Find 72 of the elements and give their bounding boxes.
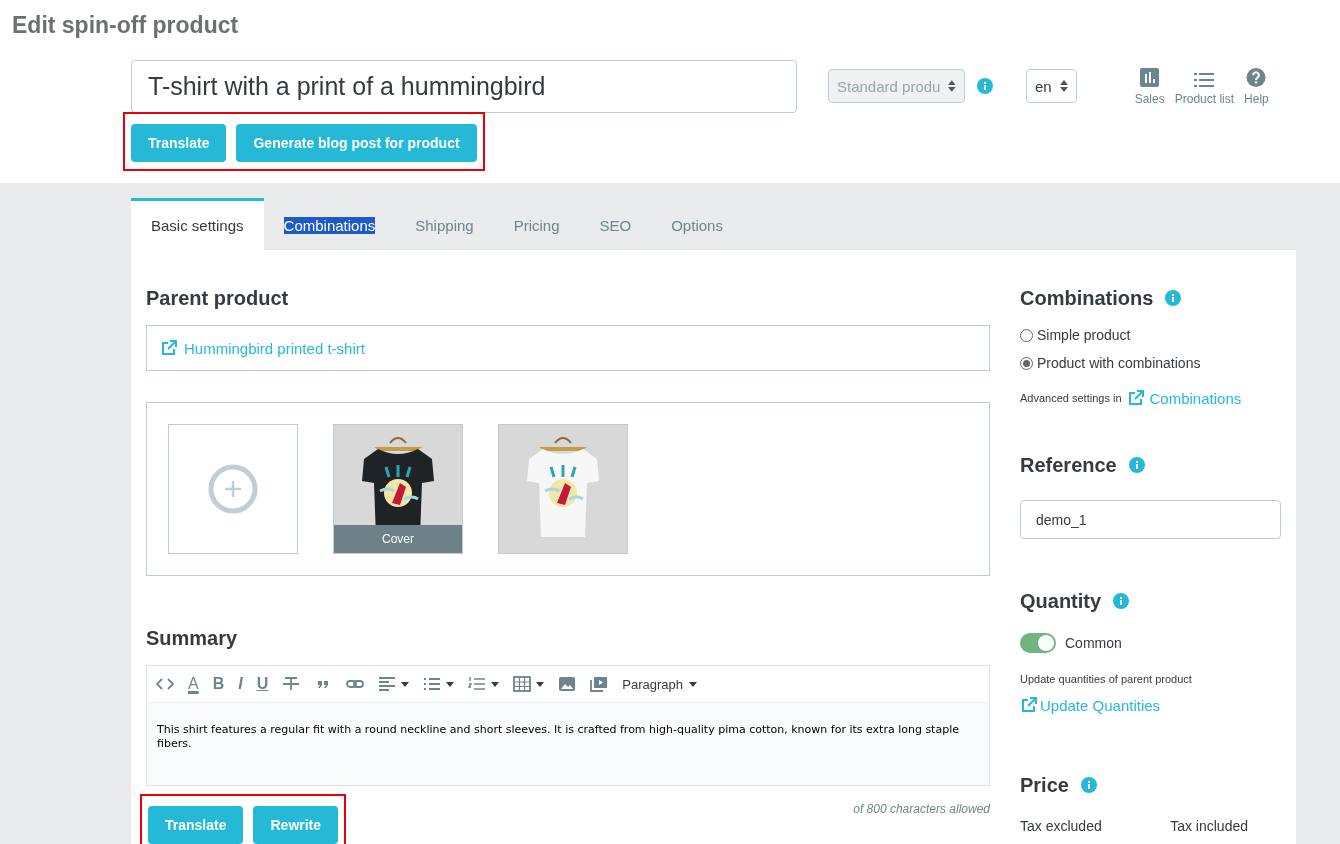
- section-heading: Reference: [1020, 453, 1117, 477]
- code-icon[interactable]: [156, 676, 174, 692]
- bulleted-list-icon[interactable]: [423, 676, 442, 692]
- advanced-settings-text: Advanced settings in: [1020, 392, 1122, 404]
- toggle-switch[interactable]: [1020, 633, 1056, 653]
- radio-button[interactable]: [1020, 328, 1033, 342]
- toolbar-link[interactable]: Product list: [1174, 68, 1235, 106]
- tab[interactable]: Shipping: [395, 198, 494, 250]
- summary-text: This shirt features a regular fit with a round neckline and short sleeves. It is crafted from high-quality pima cotton, known for its extra long staple fibers.: [147, 703, 989, 785]
- toolbar-link[interactable]: Sales: [1134, 68, 1165, 106]
- info-icon[interactable]: [1113, 593, 1130, 609]
- tab[interactable]: Options: [651, 198, 743, 250]
- section-heading: Parent product: [146, 286, 289, 310]
- bar-chart-icon: [1140, 68, 1160, 87]
- info-icon[interactable]: [1165, 290, 1182, 306]
- sort-arrows-icon: [1059, 80, 1068, 92]
- align-left-icon[interactable]: [378, 676, 397, 692]
- add-image-tile[interactable]: [168, 424, 298, 554]
- plus-circle-icon: [208, 464, 258, 514]
- strikethrough-icon[interactable]: [282, 676, 301, 692]
- sort-arrows-icon: [948, 80, 956, 92]
- help-icon: [1246, 68, 1267, 87]
- underline-button[interactable]: U: [256, 676, 269, 692]
- combinations-link[interactable]: Combinations: [1149, 389, 1242, 407]
- caret-icon[interactable]: [536, 681, 545, 687]
- external-link-icon: [1020, 696, 1038, 714]
- page-title: Edit spin-off product: [12, 11, 240, 40]
- tab[interactable]: Pricing: [493, 198, 580, 250]
- price-label: Tax excluded: [1020, 818, 1102, 834]
- tab[interactable]: Basic settings: [131, 198, 264, 250]
- list-icon: [1194, 73, 1215, 87]
- action-button[interactable]: Generate blog post for product: [236, 124, 477, 162]
- tab[interactable]: Combinations: [263, 198, 396, 250]
- reference-field[interactable]: demo_1: [1020, 500, 1281, 539]
- external-link-icon: [1126, 389, 1145, 407]
- info-icon[interactable]: [1128, 457, 1145, 473]
- caret-icon[interactable]: [491, 681, 500, 687]
- price-label: Tax included: [1170, 818, 1248, 834]
- info-icon[interactable]: [1080, 777, 1097, 793]
- tab[interactable]: SEO: [579, 198, 652, 250]
- radio-label: Simple product: [1037, 327, 1131, 343]
- caret-icon[interactable]: [401, 681, 410, 687]
- bold-button[interactable]: B: [212, 676, 225, 692]
- radio-label: Product with combinations: [1037, 355, 1201, 371]
- format-dropdown[interactable]: Paragraph: [622, 676, 697, 692]
- radio-button[interactable]: [1020, 356, 1033, 370]
- quantity-note: Update quantities of parent product: [1020, 673, 1193, 685]
- update-quantities-link[interactable]: Update Quantities: [1040, 696, 1161, 714]
- action-button[interactable]: Translate: [131, 124, 227, 162]
- parent-product-link[interactable]: Hummingbird printed t-shirt: [184, 339, 365, 357]
- text-color-button[interactable]: A: [188, 676, 199, 692]
- info-icon[interactable]: [977, 78, 993, 94]
- section-heading: Combinations: [1020, 286, 1154, 310]
- table-icon[interactable]: [513, 676, 532, 692]
- character-counter: of 800 characters allowed: [853, 802, 990, 816]
- image-icon[interactable]: [558, 676, 577, 692]
- video-icon[interactable]: [590, 676, 609, 692]
- section-heading: Quantity: [1020, 589, 1102, 613]
- toggle-label: Common: [1065, 635, 1122, 651]
- external-link-icon: [160, 339, 178, 357]
- caret-icon[interactable]: [688, 681, 697, 687]
- action-button[interactable]: Rewrite: [253, 806, 339, 844]
- product-name-field[interactable]: T-shirt with a print of a hummingbird: [131, 60, 797, 113]
- language-select[interactable]: en: [1026, 69, 1077, 103]
- section-heading: Summary: [146, 626, 238, 650]
- action-button[interactable]: Translate: [148, 806, 244, 844]
- cover-label: Cover: [334, 525, 462, 553]
- toolbar-link[interactable]: Help: [1244, 68, 1269, 106]
- rich-text-editor[interactable]: A B I U Paragraph This shirt features a regular fit with a round neckline and short sleeves. It is crafted from high-quality pima cotton, known for its extra long staple fibers.: [146, 665, 990, 786]
- italic-button[interactable]: I: [238, 676, 243, 692]
- caret-icon[interactable]: [446, 681, 455, 687]
- section-heading: Price: [1020, 773, 1069, 797]
